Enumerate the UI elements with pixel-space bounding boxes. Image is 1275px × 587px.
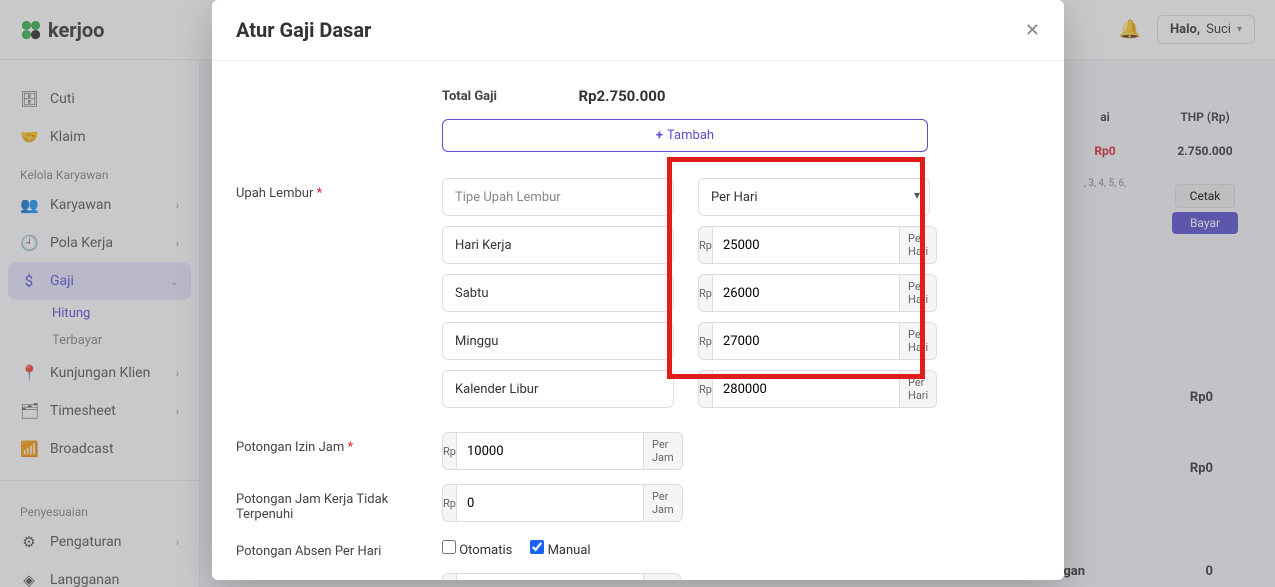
pot-jam-input[interactable] [456, 484, 644, 522]
pot-absen-label: Potongan Absen Per Hari [236, 536, 442, 559]
rp-prefix: Rp [442, 573, 456, 580]
tambah-button[interactable]: + Tambah [442, 119, 928, 152]
tambah-label: Tambah [667, 128, 714, 143]
per-hari-suffix: Per Hari [900, 322, 937, 360]
per-jam-suffix: Per Jam [644, 432, 683, 470]
nominal-absen-input[interactable] [456, 573, 644, 580]
plus-icon: + [656, 128, 663, 143]
per-hari-suffix: Per Hari [644, 573, 681, 580]
sabtu-value-input[interactable] [712, 274, 900, 312]
pot-jam-label: Potongan Jam Kerja Tidak Terpenuhi [236, 484, 442, 522]
total-gaji-value: Rp2.750.000 [497, 81, 747, 105]
rp-prefix: Rp [442, 432, 456, 470]
modal-body: Total Gaji Rp2.750.000 + Tambah Upah Lemb… [212, 61, 1064, 580]
per-hari-suffix: Per Hari [900, 226, 937, 264]
rp-prefix: Rp [698, 322, 712, 360]
nominal-absen-label: Nominal Potongan Absen Per Hari [236, 573, 442, 580]
modal-header: Atur Gaji Dasar ✕ [212, 0, 1064, 61]
per-hari-suffix: Per Hari [900, 370, 937, 408]
hari-kerja-value-input[interactable] [712, 226, 900, 264]
modal-atur-gaji: Atur Gaji Dasar ✕ Total Gaji Rp2.750.000… [212, 0, 1064, 580]
otomatis-checkbox[interactable]: Otomatis [442, 540, 512, 558]
rp-prefix: Rp [698, 226, 712, 264]
minggu-value-input[interactable] [712, 322, 900, 360]
pot-izin-input[interactable] [456, 432, 644, 470]
per-jam-suffix: Per Jam [644, 484, 683, 522]
modal-overlay[interactable]: Atur Gaji Dasar ✕ Total Gaji Rp2.750.000… [0, 0, 1275, 587]
per-hari-suffix: Per Hari [900, 274, 937, 312]
sabtu-label-input[interactable] [442, 274, 674, 312]
tipe-upah-lembur-input[interactable] [442, 178, 674, 216]
manual-label: Manual [548, 543, 591, 558]
close-icon[interactable]: ✕ [1025, 20, 1040, 41]
rp-prefix: Rp [442, 484, 456, 522]
modal-title: Atur Gaji Dasar [236, 18, 371, 42]
per-hari-select[interactable]: Per Hari [698, 178, 930, 216]
minggu-label-input[interactable] [442, 322, 674, 360]
hari-kerja-label-input[interactable] [442, 226, 674, 264]
pot-izin-label: Potongan Izin Jam * [236, 432, 442, 455]
rp-prefix: Rp [698, 274, 712, 312]
libur-value-input[interactable] [712, 370, 900, 408]
manual-checkbox[interactable]: Manual [530, 540, 590, 558]
upah-lembur-label: Upah Lembur * [236, 178, 442, 201]
rp-prefix: Rp [698, 370, 712, 408]
otomatis-label: Otomatis [459, 543, 512, 558]
libur-label-input[interactable] [442, 370, 674, 408]
total-gaji-label: Total Gaji [442, 81, 497, 104]
